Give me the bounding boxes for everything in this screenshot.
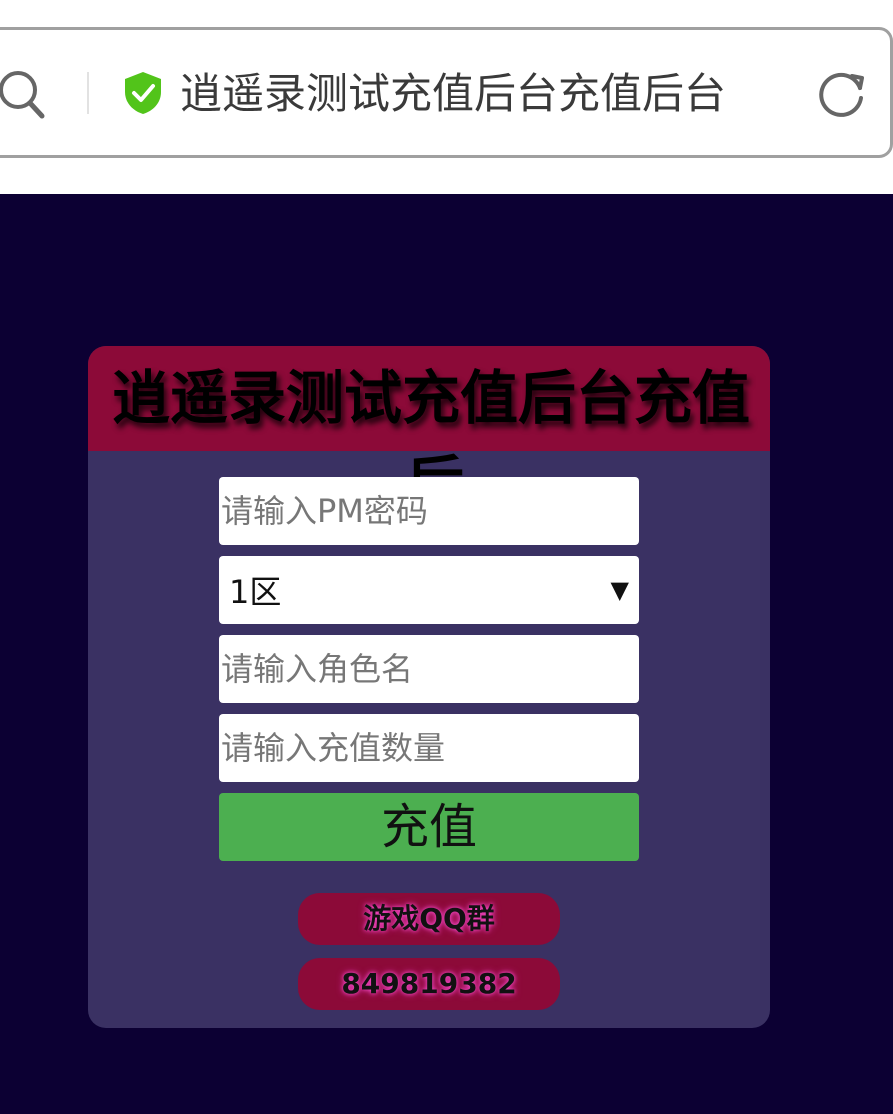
page-title: 逍遥录测试充值后台充值 — [112, 364, 751, 432]
title-overflow-glyphs: 后台 — [406, 454, 486, 478]
recharge-panel: 逍遥录测试充值后台充值 后台 1区 ▼ 充值 游戏QQ群 849819382 — [88, 346, 770, 1028]
recharge-button[interactable]: 充值 — [219, 793, 639, 861]
browser-toolbar: 逍遥录测试充值后台充值后台 — [0, 0, 893, 194]
title-overflow-text: 后台 — [406, 432, 486, 478]
search-icon[interactable] — [0, 68, 46, 120]
zone-select[interactable]: 1区 ▼ — [219, 556, 639, 624]
page-body: 逍遥录测试充值后台充值 后台 1区 ▼ 充值 游戏QQ群 849819382 — [0, 194, 893, 1114]
url-text[interactable]: 逍遥录测试充值后台充值后台 — [180, 66, 726, 122]
qq-group-label[interactable]: 游戏QQ群 — [298, 893, 560, 945]
role-name-input[interactable] — [219, 635, 639, 703]
amount-input[interactable] — [219, 714, 639, 782]
address-divider — [87, 72, 89, 114]
chevron-down-icon: ▼ — [610, 576, 629, 604]
pm-password-input[interactable] — [219, 477, 639, 545]
reload-icon[interactable] — [816, 68, 868, 120]
qq-group-number[interactable]: 849819382 — [298, 958, 560, 1010]
zone-select-value: 1区 — [229, 573, 282, 611]
shield-check-icon — [125, 72, 161, 114]
